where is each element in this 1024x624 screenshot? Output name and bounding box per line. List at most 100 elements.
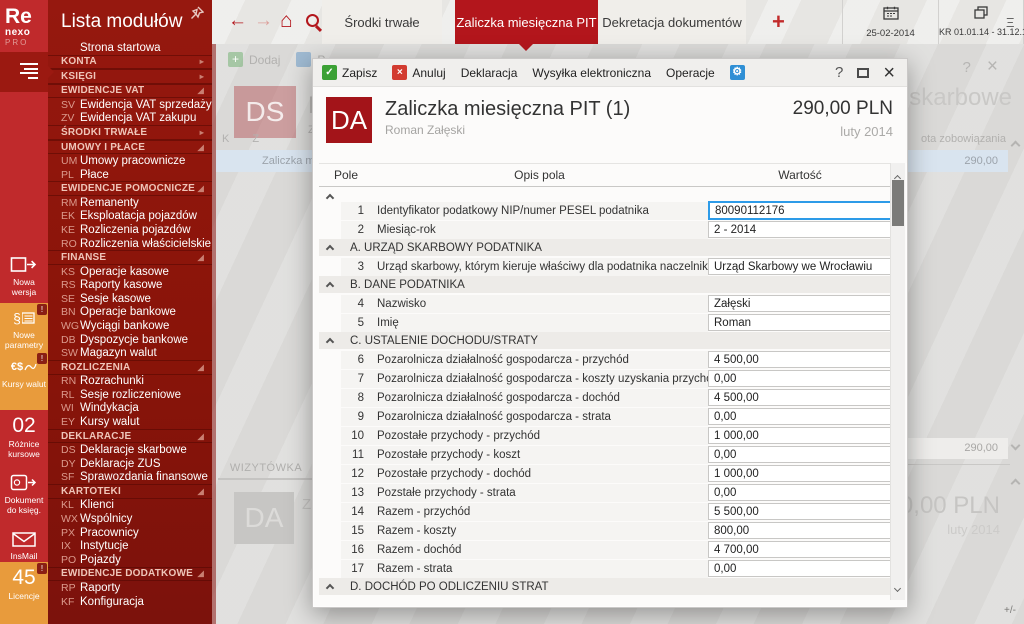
sidebar-group-deklaracje[interactable]: DEKLARACJE◢ (48, 429, 212, 444)
bw-scroll-up-icon[interactable] (1011, 141, 1021, 151)
dialog-scrollbar[interactable] (890, 163, 905, 600)
sidebar-item-instytucje[interactable]: IXInstytucje (48, 539, 212, 553)
field-value-input-17[interactable] (708, 560, 892, 577)
sidebar-group-ewidencje-dodatkowe[interactable]: EWIDENCJE DODATKOWE◢ (48, 567, 212, 582)
collapse-icon[interactable] (326, 282, 334, 290)
field-row-11[interactable]: 11Pozostałe przychody - koszt (319, 445, 892, 464)
sidebar-group-ewidencje-vat[interactable]: EWIDENCJE VAT◢ (48, 84, 212, 99)
field-value-input-12[interactable] (708, 465, 892, 482)
sidebar-item-sprawozdania-finansowe[interactable]: SFSprawozdania finansowe (48, 471, 212, 485)
field-row-1[interactable]: 1Identyfikator podatkowy NIP/numer PESEL… (319, 201, 892, 220)
sidebar-group-konta[interactable]: KONTA▸ (48, 55, 212, 70)
tab-zaliczka-miesieczna-pit[interactable]: Zaliczka miesięczna PIT (455, 0, 598, 44)
field-value-input-3[interactable] (708, 258, 892, 275)
field-value-input-4[interactable] (708, 295, 892, 312)
save-button[interactable]: ✓ Zapisz (322, 65, 377, 80)
sidebar-group-finanse[interactable]: FINANSE◢ (48, 250, 212, 265)
gear-icon[interactable]: ⚙ (730, 65, 745, 80)
sidebar-item-sesje-kasowe[interactable]: SESesje kasowe (48, 292, 212, 306)
field-row-14[interactable]: 14Razem - przychód (319, 502, 892, 521)
sidebar-item-operacje-kasowe[interactable]: KSOperacje kasowe (48, 265, 212, 279)
field-value-input-15[interactable] (708, 522, 892, 539)
bw-scroll-up-icon-2[interactable] (1011, 479, 1021, 489)
field-row-5[interactable]: 5Imię (319, 313, 892, 332)
field-value-input-5[interactable] (708, 314, 892, 331)
pin-icon[interactable] (190, 6, 204, 25)
search-icon[interactable] (306, 14, 319, 27)
rail-item-kursy-walut[interactable]: ! €$ Kursy walut (0, 352, 48, 410)
add-tab-button[interactable]: + (772, 9, 785, 35)
field-row-2[interactable]: 2Miesiąc-rok (319, 220, 892, 239)
collapse-icon[interactable] (326, 584, 334, 592)
sidebar-item-rozliczenia-pojazdow[interactable]: KERozliczenia pojazdów (48, 223, 212, 237)
rail-item-roznice-kursowe[interactable]: 02 Różnice kursowe (0, 410, 48, 466)
scrollbar-thumb[interactable] (892, 180, 904, 226)
field-value-input-10[interactable] (708, 427, 892, 444)
sidebar-item-wyciagi-bankowe[interactable]: WGWyciągi bankowe (48, 319, 212, 333)
home-button[interactable]: ⌂ (280, 10, 293, 32)
bw-selected-row-right[interactable]: 290,00 (908, 150, 1008, 172)
close-button[interactable]: × (883, 65, 895, 81)
bw-help-icon[interactable]: ? (963, 59, 971, 76)
sidebar-item-dyspozycje-bankowe[interactable]: DBDyspozycje bankowe (48, 333, 212, 347)
field-row-16[interactable]: 16Razem - dochód (319, 540, 892, 559)
field-row-10[interactable]: 10Pozostałe przychody - przychód (319, 426, 892, 445)
sidebar-group-ewidencje-pomocnicze[interactable]: EWIDENCJE POMOCNICZE◢ (48, 181, 212, 196)
field-row-9[interactable]: 9Pozarolnicza działalność gospodarcza - … (319, 407, 892, 426)
work-date-selector[interactable]: 25-02-2014 (842, 0, 938, 44)
scroll-down-icon[interactable] (894, 585, 901, 592)
back-button[interactable]: ← (228, 10, 247, 32)
overflow-menu-icon[interactable]: Ξ (1006, 15, 1014, 30)
rail-item-nowe-parametry[interactable]: ! § Nowe parametry (0, 303, 48, 352)
sidebar-group-rozliczenia[interactable]: ROZLICZENIA◢ (48, 360, 212, 375)
sidebar-item-ewidencja-vat-zakupu[interactable]: ZVEwidencja VAT zakupu (48, 112, 212, 126)
section-row-c-ustalenie-dochodu-straty[interactable]: C. USTALENIE DOCHODU/STRATY (319, 332, 892, 349)
field-value-input-11[interactable] (708, 446, 892, 463)
bw-tab-wizytowka[interactable]: WIZYTÓWKA (218, 456, 314, 480)
cancel-button[interactable]: × Anuluj (392, 65, 445, 80)
sidebar-item-strona-startowa[interactable]: Strona startowa (48, 41, 212, 55)
field-row-3[interactable]: 3Urząd skarbowy, którym kieruje właściwy… (319, 257, 892, 276)
field-value-input-9[interactable] (708, 408, 892, 425)
field-value-input-14[interactable] (708, 503, 892, 520)
field-row-8[interactable]: 8Pozarolnicza działalność gospodarcza - … (319, 388, 892, 407)
sidebar-item-deklaracje-skarbowe[interactable]: DSDeklaracje skarbowe (48, 443, 212, 457)
section-row-d-dochod-po-odliczeniu-strat[interactable]: D. DOCHÓD PO ODLICZENIU STRAT (319, 578, 892, 595)
sidebar-item-ewidencja-vat-sprzedazy[interactable]: SVEwidencja VAT sprzedaży (48, 98, 212, 112)
field-row-17[interactable]: 17Razem - strata (319, 559, 892, 578)
sidebar-item-sesje-rozliczeniowe[interactable]: RLSesje rozliczeniowe (48, 388, 212, 402)
menu-operacje[interactable]: Operacje (666, 66, 715, 80)
sidebar-item-pojazdy[interactable]: POPojazdy (48, 553, 212, 567)
field-row-4[interactable]: 4Nazwisko (319, 294, 892, 313)
sidebar-item-place[interactable]: PLPłace (48, 168, 212, 182)
bw-selected-row-left[interactable]: Zaliczka mi (216, 150, 312, 172)
bw-dropdown-icon[interactable] (1011, 441, 1021, 451)
rail-item-nowa-wersja[interactable]: Nowa wersja (0, 250, 48, 300)
sidebar-item-wspolnicy[interactable]: WXWspólnicy (48, 512, 212, 526)
field-row-7[interactable]: 7Pozarolnicza działalność gospodarcza - … (319, 369, 892, 388)
sidebar-item-pracownicy[interactable]: PXPracownicy (48, 526, 212, 540)
sidebar-item-kursy-walut[interactable]: EYKursy walut (48, 415, 212, 429)
help-button[interactable]: ? (835, 64, 843, 81)
field-value-input-7[interactable] (708, 370, 892, 387)
sidebar-item-deklaracje-zus[interactable]: DYDeklaracje ZUS (48, 457, 212, 471)
sidebar-group-kartoteki[interactable]: KARTOTEKI◢ (48, 484, 212, 499)
bw-search-icon[interactable] (296, 52, 311, 67)
rail-item-licencje[interactable]: ! 45 Licencje (0, 562, 48, 624)
rail-item-insmail[interactable]: InsMail (0, 524, 48, 562)
sidebar-item-operacje-bankowe[interactable]: BNOperacje bankowe (48, 306, 212, 320)
sidebar-item-rozliczenia-wlascicielskie[interactable]: RORozliczenia właścicielskie (48, 237, 212, 251)
tab-srodki-trwale[interactable]: Środki trwałe (322, 0, 442, 44)
maximize-button[interactable] (857, 68, 869, 78)
collapse-row[interactable] (319, 188, 892, 201)
add-icon[interactable]: + (228, 52, 243, 67)
field-value-input-13[interactable] (708, 484, 892, 501)
modules-button[interactable] (0, 52, 48, 92)
collapse-icon[interactable] (326, 245, 334, 253)
field-value-input-1[interactable] (708, 201, 892, 220)
sidebar-item-konfiguracja[interactable]: KFKonfiguracja (48, 595, 212, 609)
bw-plusminus-control[interactable]: +/- (1004, 605, 1016, 616)
field-row-15[interactable]: 15Razem - koszty (319, 521, 892, 540)
section-row-a-urzad-skarbowy-podatnika[interactable]: A. URZĄD SKARBOWY PODATNIKA (319, 239, 892, 256)
field-value-input-8[interactable] (708, 389, 892, 406)
